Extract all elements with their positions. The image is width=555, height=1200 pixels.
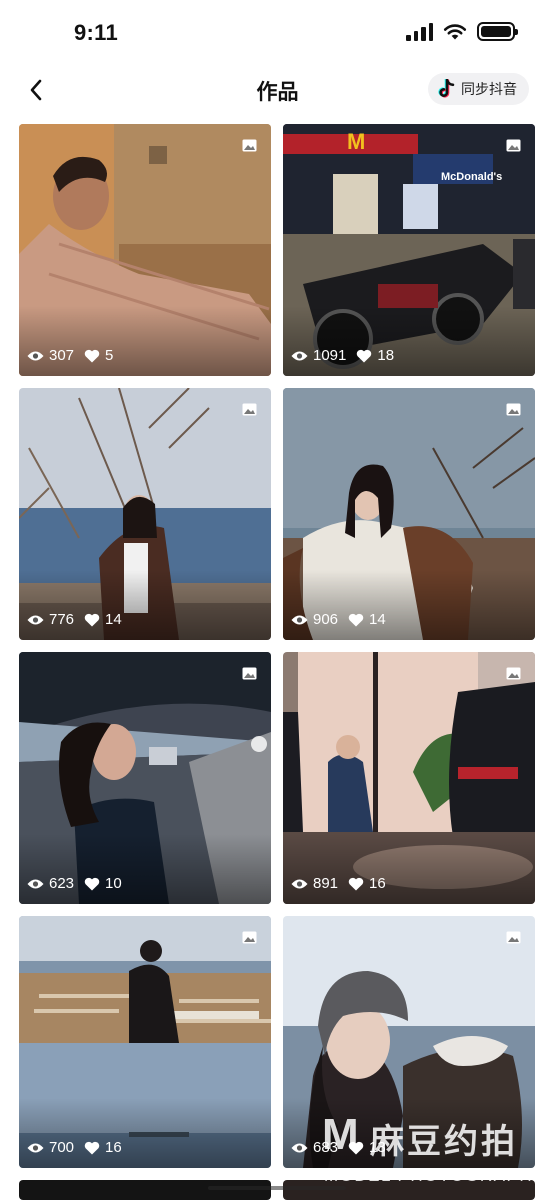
status-bar: 9:11 — [0, 0, 555, 64]
heart-icon — [348, 1141, 364, 1154]
heart-icon — [348, 613, 364, 626]
work-card[interactable]: M McDonald's 1091 18 — [283, 124, 535, 376]
work-stats: 891 16 — [291, 875, 386, 892]
image-icon — [242, 403, 257, 416]
view-count: 1091 — [313, 347, 347, 364]
view-count: 683 — [313, 1139, 339, 1156]
work-stats: 307 5 — [27, 347, 113, 364]
view-count: 906 — [313, 611, 339, 628]
work-card[interactable] — [283, 1180, 535, 1200]
like-count: 13 — [369, 1139, 386, 1156]
work-stats: 906 14 — [291, 611, 386, 628]
heart-icon — [84, 349, 100, 362]
mcdonalds-sign: McDonald's — [441, 171, 502, 183]
like-count: 14 — [369, 611, 386, 628]
like-count: 5 — [105, 347, 114, 364]
eye-icon — [291, 615, 308, 624]
eye-icon — [291, 879, 308, 888]
image-icon — [242, 931, 257, 944]
eye-icon — [291, 351, 308, 360]
image-icon — [506, 667, 521, 680]
battery-icon — [477, 22, 518, 41]
work-stats: 700 16 — [27, 1139, 122, 1156]
wifi-icon — [443, 23, 467, 39]
like-count: 10 — [105, 875, 122, 892]
work-card[interactable]: 683 13 — [283, 916, 535, 1168]
heart-icon — [348, 877, 364, 890]
work-card[interactable] — [19, 1180, 271, 1200]
heart-icon — [357, 349, 372, 362]
work-card[interactable]: 891 16 — [283, 652, 535, 904]
work-stats: 623 10 — [27, 875, 122, 892]
svg-text:M: M — [347, 129, 365, 154]
work-photo — [19, 1180, 271, 1200]
work-stats: 776 14 — [27, 611, 122, 628]
scroll-indicator[interactable] — [208, 1186, 346, 1190]
sync-douyin-button[interactable]: 同步抖音 — [428, 73, 529, 105]
view-count: 891 — [313, 875, 339, 892]
heart-icon — [84, 1141, 100, 1154]
eye-icon — [27, 351, 44, 360]
view-count: 623 — [49, 875, 75, 892]
work-card[interactable]: 307 5 — [19, 124, 271, 376]
heart-icon — [84, 613, 100, 626]
eye-icon — [27, 879, 44, 888]
image-icon — [506, 403, 521, 416]
work-card[interactable]: 700 16 — [19, 916, 271, 1168]
work-card[interactable]: 776 14 — [19, 388, 271, 640]
work-card[interactable]: 623 10 — [19, 652, 271, 904]
work-stats: 683 13 — [291, 1139, 386, 1156]
image-icon — [242, 667, 257, 680]
like-count: 14 — [105, 611, 122, 628]
status-time: 9:11 — [74, 20, 119, 45]
heart-icon — [84, 877, 100, 890]
view-count: 307 — [49, 347, 75, 364]
eye-icon — [291, 1143, 308, 1152]
status-icons — [406, 22, 518, 41]
tiktok-logo-icon — [438, 79, 455, 98]
eye-icon — [27, 615, 44, 624]
image-icon — [506, 931, 521, 944]
sync-douyin-label: 同步抖音 — [461, 81, 517, 97]
like-count: 16 — [105, 1139, 122, 1156]
image-icon — [506, 139, 521, 152]
work-stats: 1091 18 — [291, 347, 394, 364]
eye-icon — [27, 1143, 44, 1152]
like-count: 18 — [377, 347, 395, 364]
image-icon — [242, 139, 257, 152]
view-count: 700 — [49, 1139, 75, 1156]
work-photo — [283, 1180, 535, 1200]
view-count: 776 — [49, 611, 75, 628]
like-count: 16 — [369, 875, 386, 892]
navigation-bar: 作品 同步抖音 — [0, 68, 555, 112]
work-card[interactable]: 906 14 — [283, 388, 535, 640]
cellular-signal-icon — [406, 22, 433, 41]
